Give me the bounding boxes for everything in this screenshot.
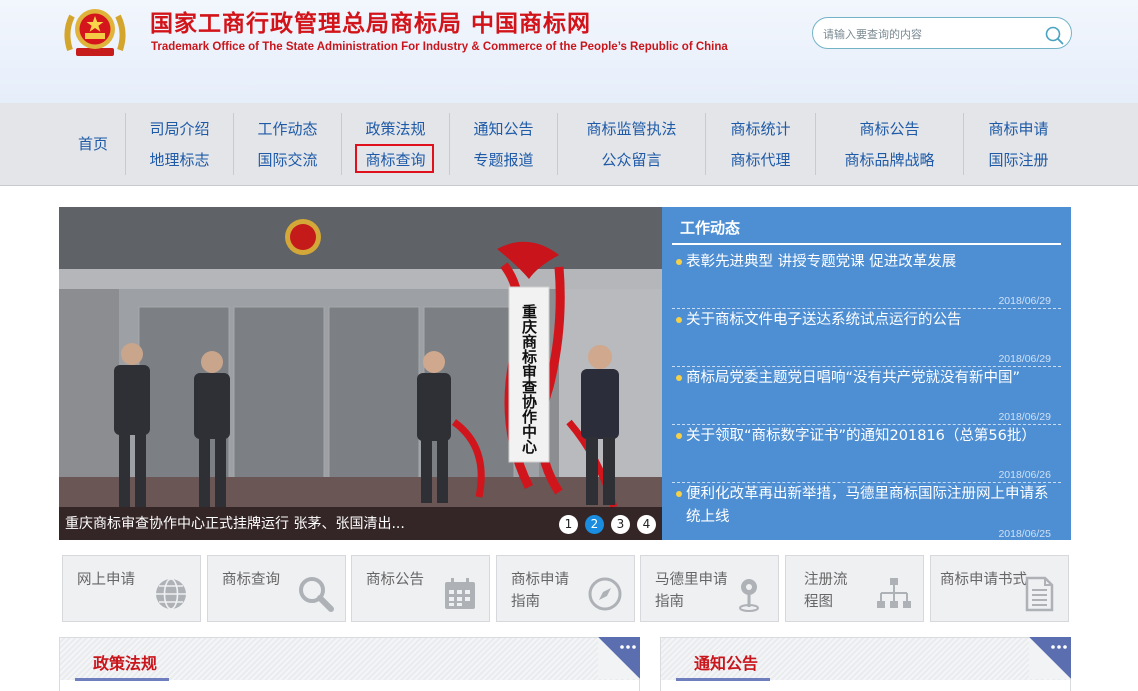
notice-section: 通知公告 [660,637,1071,691]
magnifier-icon [299,577,334,612]
tile-label: 商标申请指南 [511,572,569,610]
calendar-icon [445,578,475,609]
tile-label: 商标公告 [366,572,424,588]
site-title-cn: 国家工商行政管理总局商标局 中国商标网 [150,11,592,37]
tile-label: 商标申请书式 [940,572,1027,588]
section-underline [676,678,770,681]
news-item-text[interactable]: 关于商标文件电子送达系统试点运行的公告 [686,309,1056,332]
search-input[interactable] [823,24,1033,44]
news-item-text[interactable]: 关于领取“商标数字证书”的通知201816（总第56批） [686,425,1056,448]
nav-link-geographic-marks[interactable]: 地理标志 [126,149,233,170]
tile-label: 注册流程图 [804,572,848,610]
slide-dot-3[interactable]: 3 [611,515,630,534]
national-emblem-logo [64,9,126,56]
news-item-date: 2018/06/29 [998,295,1051,307]
nav-link-enforcement[interactable]: 商标监管执法 [558,118,705,139]
banner-sign-text: 重庆商标审查协作中心 [520,303,538,455]
section-underline [75,678,169,681]
more-icon[interactable] [1029,637,1071,679]
nav-column-5: 商标监管执法 公众留言 [557,113,705,175]
slide-dot-2[interactable]: 2 [585,515,604,534]
news-item[interactable]: 关于领取“商标数字证书”的通知201816（总第56批） 2018/06/26 [672,425,1061,483]
slide-dot-4[interactable]: 4 [637,515,656,534]
nav-column-2: 工作动态 国际交流 [233,113,341,175]
nav-link-bureau-intro[interactable]: 司局介绍 [126,118,233,139]
nav-column-8: 商标申请 国际注册 [963,113,1073,175]
tile-trademark-announcement[interactable]: 商标公告 [351,555,490,622]
flowchart-icon [877,578,911,608]
compass-icon [588,577,622,611]
main-nav: 首页 司局介绍 地理标志 工作动态 国际交流 政策法规 商标查询 通知公告 专题… [0,103,1138,186]
banner-caption[interactable]: 重庆商标审查协作中心正式挂牌运行 张茅、张国清出... [65,513,405,533]
tile-label: 网上申请 [77,572,135,588]
map-pin-icon [739,579,759,612]
work-news-panel: 工作动态 表彰先进典型 讲授专题党课 促进改革发展 2018/06/29 关于商… [662,207,1071,540]
more-icon[interactable] [598,637,640,679]
tile-trademark-search[interactable]: 商标查询 [207,555,346,622]
nav-column-6: 商标统计 商标代理 [705,113,815,175]
news-item-date: 2018/06/25 [998,528,1051,540]
nav-column-7: 商标公告 商标品牌战略 [815,113,963,175]
tile-madrid-guide[interactable]: 马德里申请指南 [640,555,779,622]
banner-photo: 重庆商标审查协作中心 [59,207,662,540]
news-title-divider [672,243,1061,245]
tile-registration-flowchart[interactable]: 注册流程图 [785,555,924,622]
news-item-text[interactable]: 表彰先进典型 讲授专题党课 促进改革发展 [686,251,1056,274]
bullet-icon [676,491,682,497]
section-header: 通知公告 [661,638,1070,681]
nav-link-intl-registration[interactable]: 国际注册 [964,149,1073,170]
tile-label: 商标查询 [222,572,280,588]
nav-link-agency[interactable]: 商标代理 [706,149,815,170]
nav-link-announcements[interactable]: 商标公告 [816,118,963,139]
tile-label: 马德里申请指南 [655,572,728,610]
bullet-icon [676,375,682,381]
news-item-date: 2018/06/29 [998,411,1051,423]
section-title[interactable]: 通知公告 [694,650,758,674]
search-box [812,17,1072,49]
search-icon[interactable] [1044,25,1064,45]
nav-link-trademark-search[interactable]: 商标查询 [342,149,449,170]
news-item[interactable]: 商标局党委主题党日唱响“没有共产党就没有新中国” 2018/06/29 [672,367,1061,425]
nav-link-statistics[interactable]: 商标统计 [706,118,815,139]
site-header: 国家工商行政管理总局商标局 中国商标网 Trademark Office of … [0,0,1138,103]
news-item-date: 2018/06/29 [998,353,1051,365]
banner-slideshow[interactable]: 重庆商标审查协作中心 重庆商标审查协作中心正式挂牌运行 张茅、张国清出... 1… [59,207,662,540]
news-item-date: 2018/06/26 [998,469,1051,481]
news-item[interactable]: 表彰先进典型 讲授专题党课 促进改革发展 2018/06/29 [672,251,1061,309]
section-title[interactable]: 政策法规 [93,650,157,674]
nav-home[interactable]: 首页 [62,103,124,186]
site-title-en: Trademark Office of The State Administra… [151,41,728,53]
nav-column-3: 政策法规 商标查询 [341,113,449,175]
nav-link-policy[interactable]: 政策法规 [342,118,449,139]
nav-link-work-news[interactable]: 工作动态 [234,118,341,139]
tile-application-guide[interactable]: 商标申请指南 [496,555,635,622]
tile-online-apply[interactable]: 网上申请 [62,555,201,622]
nav-link-international[interactable]: 国际交流 [234,149,341,170]
nav-column-4: 通知公告 专题报道 [449,113,557,175]
slide-dot-1[interactable]: 1 [559,515,578,534]
news-item[interactable]: 便利化改革再出新举措，马德里商标国际注册网上申请系统上线 2018/06/25 [672,483,1061,541]
globe-icon [156,578,186,610]
policy-section: 政策法规 [59,637,640,691]
document-icon [1025,576,1054,612]
bullet-icon [676,433,682,439]
nav-link-application[interactable]: 商标申请 [964,118,1073,139]
nav-link-notices[interactable]: 通知公告 [450,118,557,139]
nav-link-brand-strategy[interactable]: 商标品牌战略 [816,149,963,170]
nav-link-special-reports[interactable]: 专题报道 [450,149,557,170]
news-item-text[interactable]: 便利化改革再出新举措，马德里商标国际注册网上申请系统上线 [686,483,1056,529]
news-item[interactable]: 关于商标文件电子送达系统试点运行的公告 2018/06/29 [672,309,1061,367]
bullet-icon [676,317,682,323]
news-item-text[interactable]: 商标局党委主题党日唱响“没有共产党就没有新中国” [686,367,1056,390]
news-panel-title[interactable]: 工作动态 [680,217,740,238]
banner-caption-bar: 重庆商标审查协作中心正式挂牌运行 张茅、张国清出... 1 2 3 4 [59,507,662,540]
tile-application-forms[interactable]: 商标申请书式 [930,555,1069,622]
section-header: 政策法规 [60,638,639,681]
nav-column-1: 司局介绍 地理标志 [125,113,233,175]
bullet-icon [676,259,682,265]
nav-link-public-messages[interactable]: 公众留言 [558,149,705,170]
